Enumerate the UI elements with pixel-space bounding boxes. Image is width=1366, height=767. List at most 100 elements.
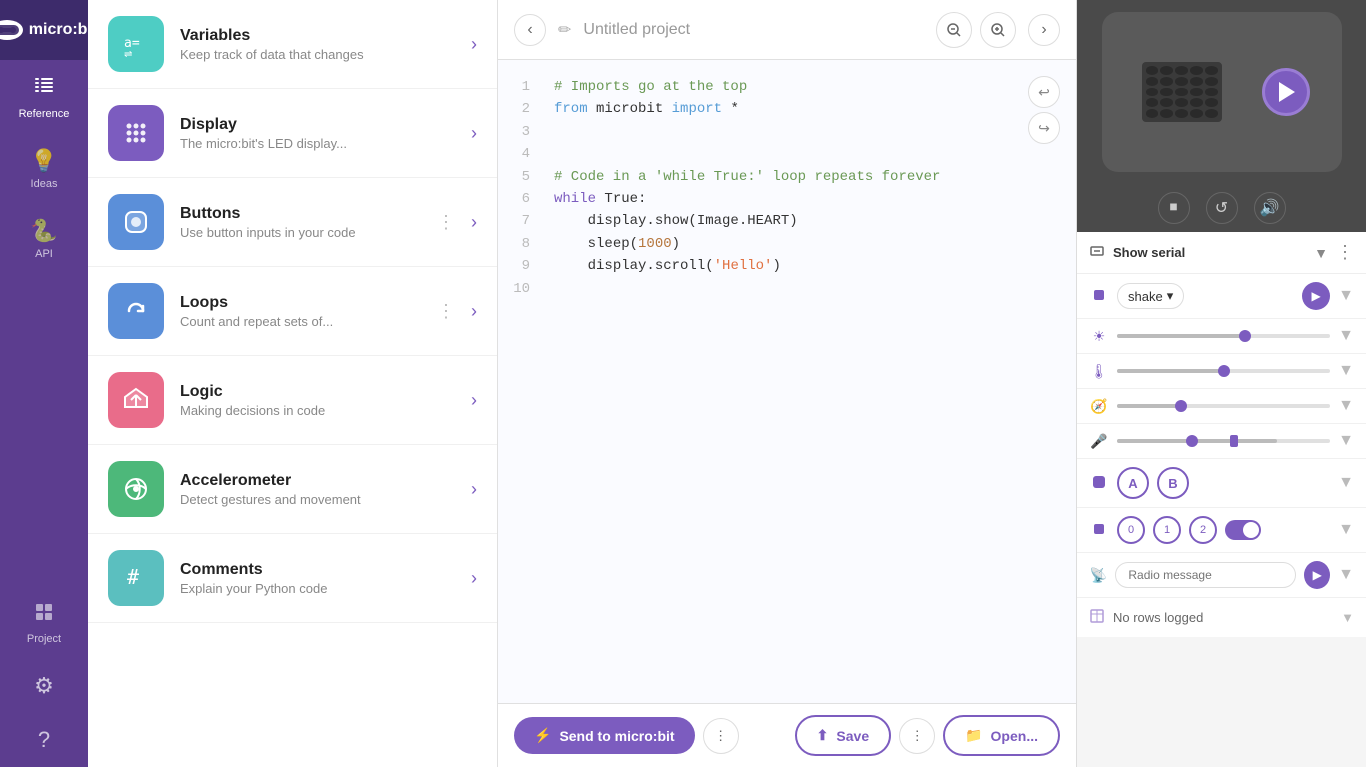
radio-send-button[interactable]: ▶ — [1304, 561, 1330, 589]
zoom-out-button[interactable] — [936, 12, 972, 48]
display-title: Display — [180, 116, 455, 134]
api-label: API — [35, 248, 53, 260]
compass-icon: 🧭 — [1089, 398, 1109, 415]
button-sensor-icon — [1089, 474, 1109, 493]
light-slider[interactable] — [1117, 334, 1330, 338]
variables-desc: Keep track of data that changes — [180, 47, 455, 62]
shake-send-button[interactable]: ▶ — [1302, 282, 1330, 310]
temp-slider[interactable] — [1117, 369, 1330, 373]
shake-sensor-icon — [1089, 287, 1109, 306]
variables-title: Variables — [180, 27, 455, 45]
microbit-body — [1102, 12, 1342, 172]
led-1-2 — [1175, 77, 1188, 86]
sim-controls: ⏹ ↺ 🔊 — [1077, 184, 1366, 232]
sidebar-item-accelerometer[interactable]: Accelerometer Detect gestures and moveme… — [88, 445, 497, 534]
nav-item-reference[interactable]: Reference — [0, 60, 88, 134]
buttons-desc: Use button inputs in your code — [180, 225, 421, 240]
sidebar-item-display[interactable]: Display The micro:bit's LED display... › — [88, 89, 497, 178]
shake-dropdown[interactable]: shake ▾ — [1117, 283, 1184, 309]
code-line-10 — [554, 278, 1076, 300]
logic-title: Logic — [180, 383, 455, 401]
nav-item-settings[interactable]: ⚙ — [0, 659, 88, 713]
api-icon: 🐍 — [30, 218, 57, 244]
project-icon — [33, 601, 55, 629]
shake-expand-icon: ▼ — [1338, 287, 1354, 305]
nav-item-api[interactable]: 🐍 API — [0, 204, 88, 274]
project-name-input[interactable] — [583, 21, 924, 39]
right-panel-simulator: ⏹ ↺ 🔊 Show serial ▼ ⋮ s — [1076, 0, 1366, 767]
redo-button[interactable]: ↪ — [1028, 112, 1060, 144]
compass-slider-thumb[interactable] — [1175, 400, 1187, 412]
led-3-4 — [1205, 98, 1218, 107]
buttons-more[interactable]: ⋮ — [437, 212, 455, 233]
mic-slider-thumb[interactable] — [1186, 435, 1198, 447]
open-button[interactable]: 📁 Open... — [943, 715, 1060, 756]
code-area[interactable]: 1 2 3 4 5 6 7 8 9 10 # Imports go at the… — [498, 60, 1076, 703]
compass-sensor-row: 🧭 ▼ — [1077, 389, 1366, 424]
save-more-button[interactable]: ⋮ — [899, 718, 935, 754]
nav-item-help[interactable]: ? — [0, 713, 88, 767]
logo-area: micro:bit — [0, 0, 88, 60]
loops-more[interactable]: ⋮ — [437, 301, 455, 322]
radio-message-input[interactable] — [1115, 562, 1296, 588]
loops-title: Loops — [180, 294, 421, 312]
play-button[interactable] — [1262, 68, 1310, 116]
led-3-0 — [1146, 98, 1159, 107]
stop-button[interactable]: ⏹ — [1158, 192, 1190, 224]
pin-toggle[interactable] — [1225, 520, 1261, 540]
led-0-1 — [1160, 66, 1173, 75]
send-more-button[interactable]: ⋮ — [703, 718, 739, 754]
serial-more-button[interactable]: ⋮ — [1336, 242, 1354, 263]
serial-section: Show serial ▼ ⋮ shake ▾ ▶ ▼ ☀ — [1077, 232, 1366, 637]
radio-row: 📡 ▶ ▼ — [1077, 553, 1366, 598]
comments-arrow: › — [471, 568, 477, 589]
led-3-1 — [1160, 98, 1173, 107]
sidebar-item-buttons[interactable]: Buttons Use button inputs in your code ⋮… — [88, 178, 497, 267]
undo-button[interactable]: ↩ — [1028, 76, 1060, 108]
light-slider-thumb[interactable] — [1239, 330, 1251, 342]
compass-slider[interactable] — [1117, 404, 1330, 408]
ab-buttons-row: A B ▼ — [1077, 459, 1366, 508]
restart-button[interactable]: ↺ — [1206, 192, 1238, 224]
pin-1[interactable]: 1 — [1153, 516, 1181, 544]
mic-slider[interactable] — [1117, 439, 1330, 443]
logic-icon — [108, 372, 164, 428]
save-icon: ⬆ — [817, 727, 829, 744]
temp-icon: 🌡 — [1089, 363, 1109, 380]
nav-item-ideas[interactable]: 💡 Ideas — [0, 134, 88, 204]
led-4-1 — [1160, 109, 1173, 118]
led-3-2 — [1175, 98, 1188, 107]
sidebar-item-loops[interactable]: Loops Count and repeat sets of... ⋮ › — [88, 267, 497, 356]
code-line-2: from microbit import * — [554, 98, 1076, 120]
collapse-left-button[interactable]: ‹ — [514, 14, 546, 46]
collapse-right-button[interactable]: › — [1028, 14, 1060, 46]
pin-0[interactable]: 0 — [1117, 516, 1145, 544]
code-line-9: display.scroll('Hello') — [554, 255, 1076, 277]
button-b[interactable]: B — [1157, 467, 1189, 499]
accelerometer-arrow: › — [471, 479, 477, 500]
pins-row: 0 1 2 ▼ — [1077, 508, 1366, 553]
sidebar-item-logic[interactable]: Logic Making decisions in code › — [88, 356, 497, 445]
sidebar-item-comments[interactable]: # Comments Explain your Python code › — [88, 534, 497, 623]
button-a[interactable]: A — [1117, 467, 1149, 499]
temp-slider-thumb[interactable] — [1218, 365, 1230, 377]
ideas-label: Ideas — [31, 178, 58, 190]
serial-label: Show serial — [1113, 245, 1185, 260]
editor-footer: ⚡ Send to micro:bit ⋮ ⬆ Save ⋮ 📁 Open... — [498, 703, 1076, 767]
editor-header: ‹ ✏ › — [498, 0, 1076, 60]
light-expand-icon: ▼ — [1338, 327, 1354, 345]
save-button[interactable]: ⬆ Save — [795, 715, 891, 756]
sound-button[interactable]: 🔊 — [1254, 192, 1286, 224]
help-icon: ? — [38, 727, 50, 753]
serial-dropdown-button[interactable]: ▼ — [1314, 245, 1328, 261]
no-rows-label: No rows logged — [1113, 610, 1203, 625]
zoom-in-button[interactable] — [980, 12, 1016, 48]
led-0-2 — [1175, 66, 1188, 75]
nav-item-project[interactable]: Project — [0, 587, 88, 659]
sidebar-item-variables[interactable]: a= ⇌ Variables Keep track of data that c… — [88, 0, 497, 89]
play-triangle-icon — [1279, 82, 1295, 102]
pin-2[interactable]: 2 — [1189, 516, 1217, 544]
simulator-device — [1077, 0, 1366, 184]
send-to-microbit-button[interactable]: ⚡ Send to micro:bit — [514, 717, 695, 754]
line-numbers: 1 2 3 4 5 6 7 8 9 10 — [498, 76, 546, 687]
